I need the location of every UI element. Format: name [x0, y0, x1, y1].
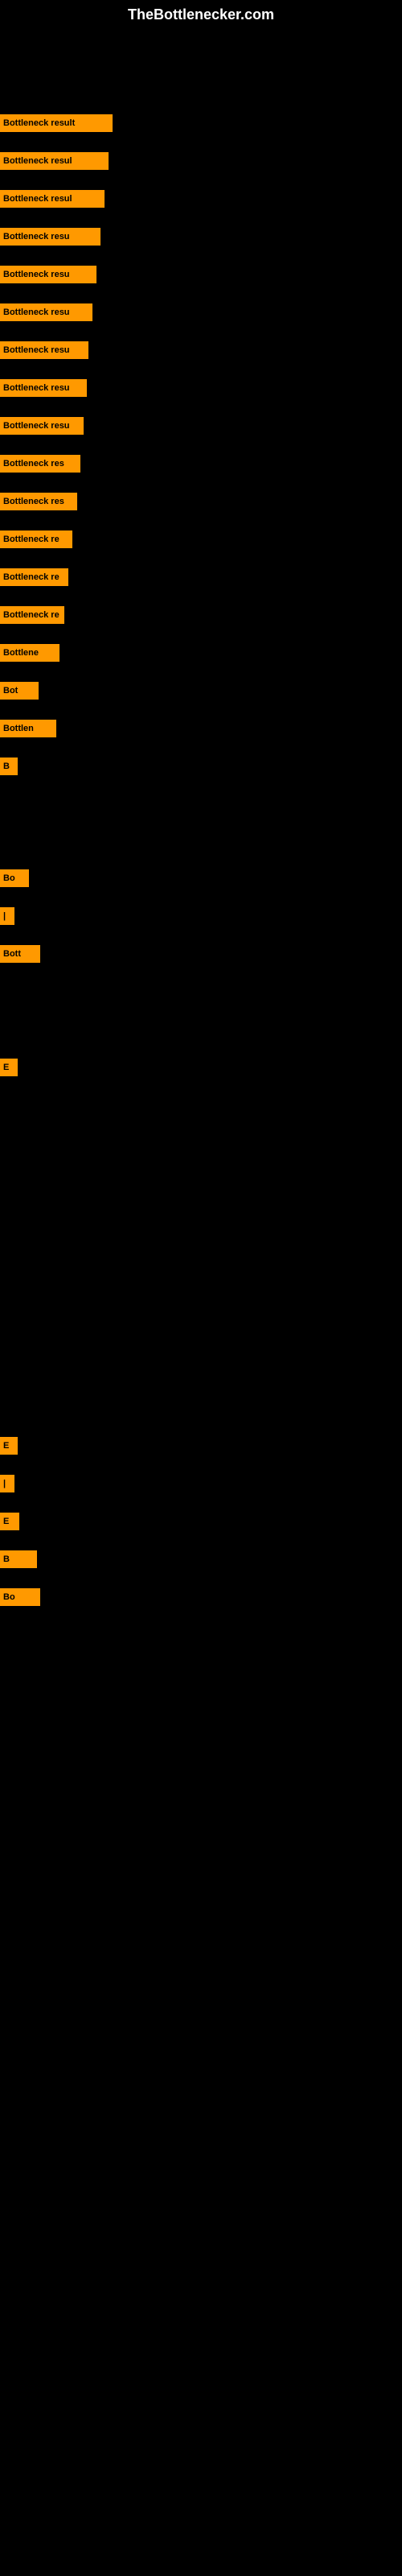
- bottleneck-bar-26: Bo: [0, 1588, 40, 1606]
- bottleneck-bar-6: Bottleneck resu: [0, 341, 88, 359]
- bottleneck-bar-5: Bottleneck resu: [0, 303, 92, 321]
- bottleneck-bar-24: E: [0, 1513, 19, 1530]
- bottleneck-bar-0: Bottleneck result: [0, 114, 113, 132]
- bottleneck-bar-1: Bottleneck resul: [0, 152, 109, 170]
- bottleneck-bar-13: Bottleneck re: [0, 606, 64, 624]
- bottleneck-bar-7: Bottleneck resu: [0, 379, 87, 397]
- bottleneck-bar-16: Bottlen: [0, 720, 56, 737]
- bottleneck-bar-2: Bottleneck resul: [0, 190, 105, 208]
- bottleneck-bar-25: B: [0, 1550, 37, 1568]
- bottleneck-bar-21: E: [0, 1059, 18, 1076]
- bottleneck-bar-9: Bottleneck res: [0, 455, 80, 473]
- bottleneck-bar-4: Bottleneck resu: [0, 266, 96, 283]
- bottleneck-bar-11: Bottleneck re: [0, 530, 72, 548]
- bottleneck-bar-17: B: [0, 758, 18, 775]
- bottleneck-bar-18: Bo: [0, 869, 29, 887]
- bottleneck-bar-12: Bottleneck re: [0, 568, 68, 586]
- site-title: TheBottlenecker.com: [0, 0, 402, 27]
- bottleneck-bar-19: |: [0, 907, 14, 925]
- bottleneck-bar-8: Bottleneck resu: [0, 417, 84, 435]
- bottleneck-bar-15: Bot: [0, 682, 39, 700]
- bottleneck-bar-20: Bott: [0, 945, 40, 963]
- bottleneck-bar-10: Bottleneck res: [0, 493, 77, 510]
- bottleneck-bar-14: Bottlene: [0, 644, 59, 662]
- bottleneck-bar-3: Bottleneck resu: [0, 228, 100, 246]
- bottleneck-bar-23: |: [0, 1475, 14, 1492]
- bottleneck-bar-22: E: [0, 1437, 18, 1455]
